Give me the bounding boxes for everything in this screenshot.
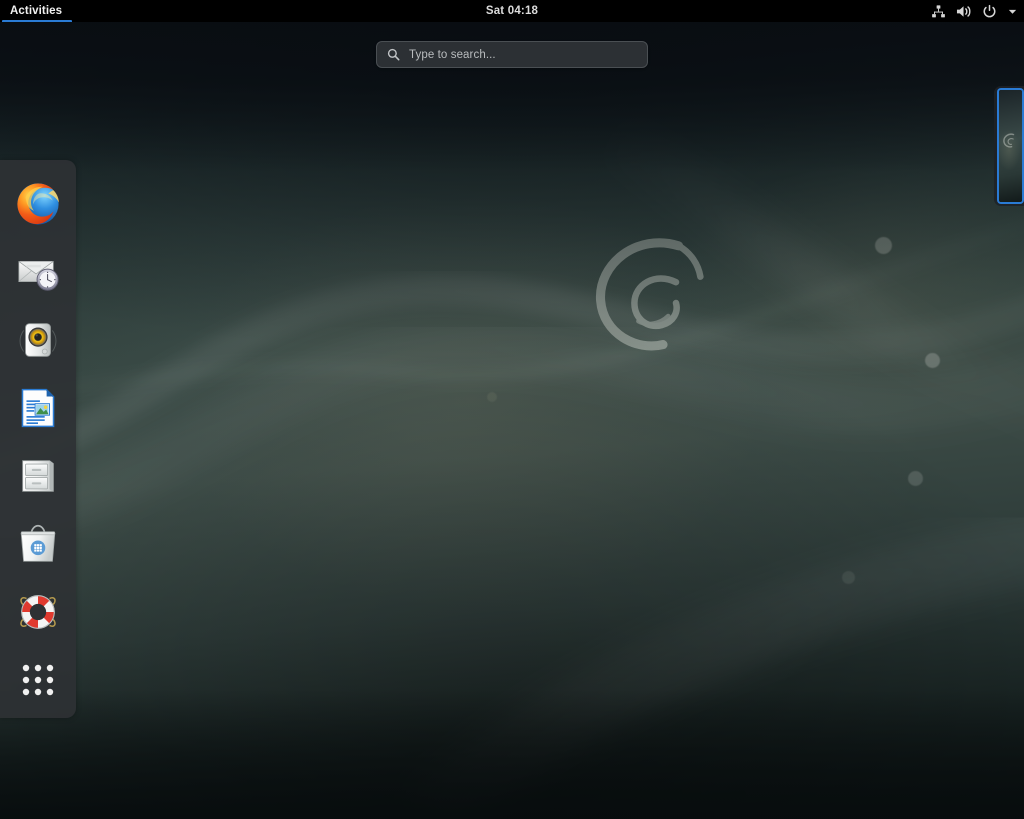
dash-item-software[interactable] <box>7 510 69 578</box>
chevron-down-icon[interactable] <box>1007 6 1018 17</box>
top-bar: Activities Sat 04:18 <box>0 0 1024 22</box>
dash-item-rhythmbox[interactable] <box>7 306 69 374</box>
power-icon[interactable] <box>982 4 997 19</box>
dash-item-show-apps[interactable] <box>7 646 69 714</box>
search-input[interactable]: Type to search... <box>376 41 648 68</box>
workspace-thumbnail-1[interactable] <box>999 90 1022 202</box>
debian-swirl-logo <box>585 225 715 355</box>
firefox-icon <box>15 181 61 227</box>
wallpaper-bokeh-dot <box>875 237 892 254</box>
debian-swirl-logo-mini <box>1002 132 1018 148</box>
dash-item-firefox[interactable] <box>7 170 69 238</box>
wallpaper-bokeh-dot <box>908 471 923 486</box>
app-grid-icon <box>18 660 58 700</box>
network-wired-icon[interactable] <box>931 4 946 19</box>
wallpaper-bokeh-dot <box>842 571 855 584</box>
shopping-bag-icon <box>15 521 61 567</box>
search-icon <box>387 48 400 61</box>
wallpaper-bokeh-dot <box>925 353 940 368</box>
search-placeholder: Type to search... <box>409 49 496 61</box>
desktop-screen: Activities Sat 04:18 <box>0 0 1024 819</box>
mail-clock-icon <box>15 249 61 295</box>
document-image-icon <box>15 385 61 431</box>
activities-button[interactable]: Activities <box>0 0 74 22</box>
wallpaper-swoosh-decoration <box>0 0 1024 819</box>
file-cabinet-icon <box>15 453 61 499</box>
desktop-wallpaper <box>0 0 1024 819</box>
wallpaper-bokeh-dot <box>487 392 497 402</box>
volume-icon[interactable] <box>956 4 972 19</box>
dash-item-files[interactable] <box>7 442 69 510</box>
dash-dock <box>0 160 76 718</box>
search-area: Type to search... <box>0 41 1024 68</box>
speaker-icon <box>15 317 61 363</box>
dash-item-writer[interactable] <box>7 374 69 442</box>
clock-area: Sat 04:18 <box>0 0 1024 22</box>
life-ring-icon <box>15 589 61 635</box>
activities-label: Activities <box>10 5 62 17</box>
clock-label[interactable]: Sat 04:18 <box>486 5 538 17</box>
system-status-area[interactable] <box>931 0 1018 22</box>
dash-item-help[interactable] <box>7 578 69 646</box>
workspace-switcher <box>994 86 1024 206</box>
dash-item-evolution[interactable] <box>7 238 69 306</box>
